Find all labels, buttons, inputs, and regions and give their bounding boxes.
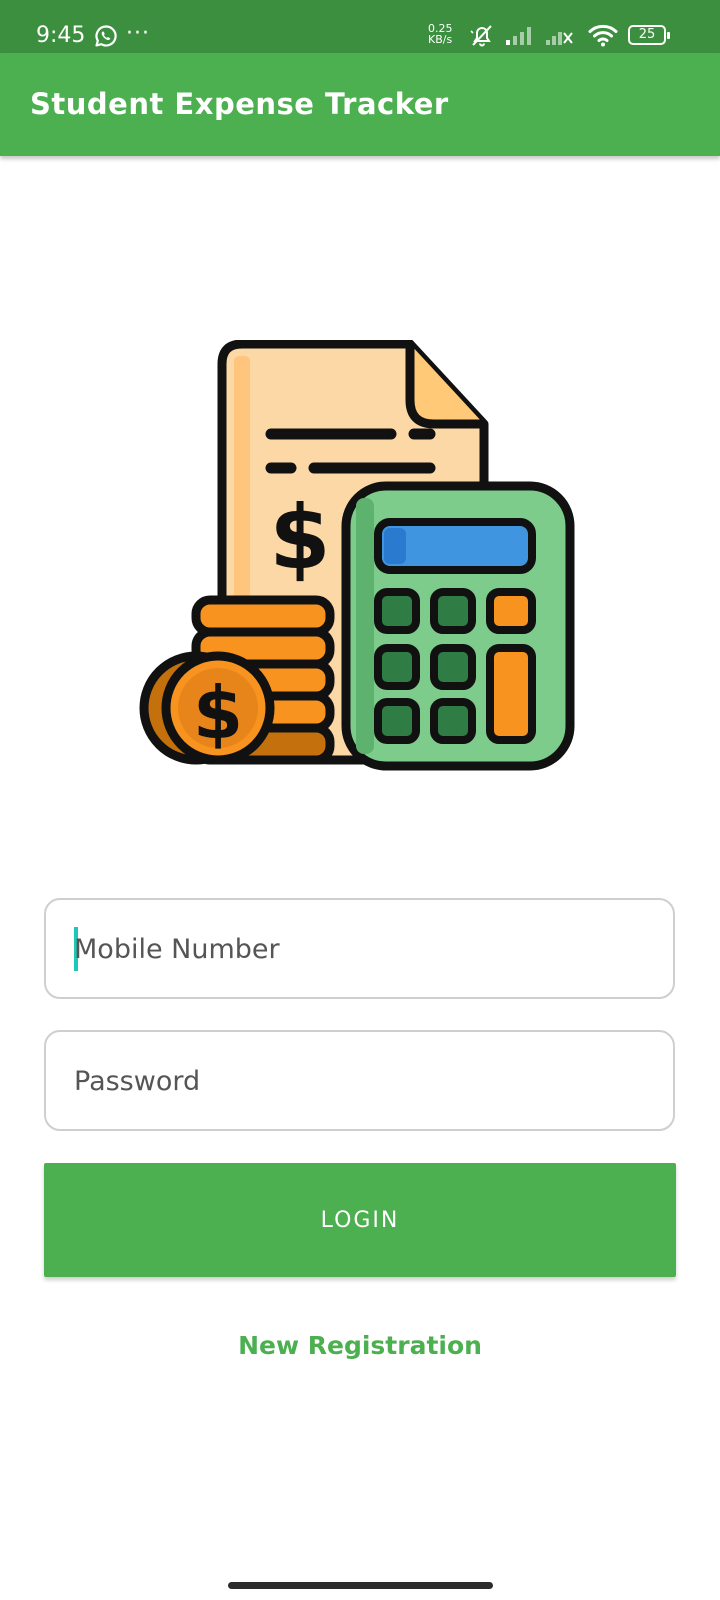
network-speed-unit: KB/s xyxy=(428,33,453,46)
login-button[interactable]: LOGIN xyxy=(44,1163,676,1277)
svg-text:$: $ xyxy=(193,671,243,755)
battery-icon: 25 xyxy=(628,25,670,45)
app-title: Student Expense Tracker xyxy=(30,87,449,121)
cellular-signal-no-service-icon xyxy=(545,24,575,51)
new-registration-link[interactable]: New Registration xyxy=(0,1328,720,1364)
whatsapp-icon xyxy=(94,24,118,53)
more-icon: ··· xyxy=(126,21,150,46)
cellular-signal-icon xyxy=(505,24,535,51)
mobile-number-field[interactable] xyxy=(44,898,675,999)
muted-bell-icon xyxy=(469,23,495,54)
wifi-icon xyxy=(588,23,618,52)
network-speed: 0.25 KB/s xyxy=(428,23,464,45)
mobile-number-input[interactable] xyxy=(74,924,644,974)
password-field[interactable] xyxy=(44,1030,675,1131)
svg-text:$: $ xyxy=(269,486,330,589)
status-bar: 9:45 ··· 0.25 KB/s 25 xyxy=(0,0,720,53)
gesture-navigation-handle[interactable] xyxy=(228,1582,493,1589)
password-input[interactable] xyxy=(74,1056,644,1106)
status-time: 9:45 xyxy=(36,23,86,48)
battery-level: 25 xyxy=(638,27,656,42)
app-bar: Student Expense Tracker xyxy=(0,53,720,156)
expense-calculator-illustration: $ $ xyxy=(138,339,578,785)
